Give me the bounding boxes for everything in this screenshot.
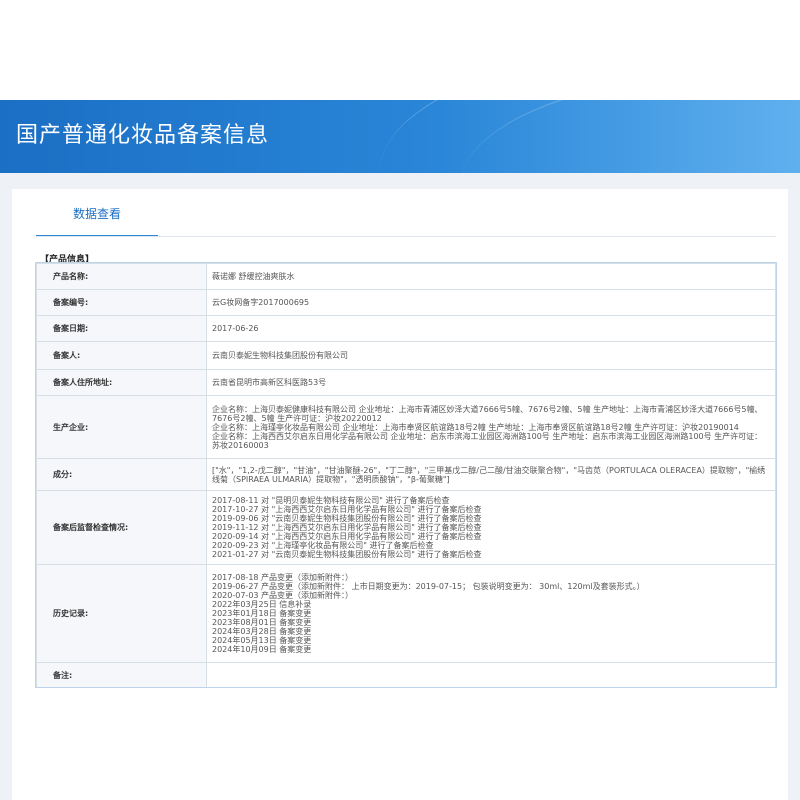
field-label: 成分:: [36, 458, 207, 491]
table-row: 产品名称: 薇诺娜 舒缓控油爽肤水: [36, 263, 776, 290]
ingredients-value: ["水"，"1,2-戊二醇"，"甘油"，"甘油聚醚-26"，"丁二醇"，"三甲基…: [206, 458, 776, 491]
page-title: 国产普通化妆品备案信息: [16, 123, 270, 148]
table-row: 历史记录: 2017-08-18 产品变更（添加新附件：） 2019-06-27…: [36, 564, 776, 663]
table-row: 备案日期: 2017-06-26: [36, 315, 776, 342]
table-row: 成分: ["水"，"1,2-戊二醇"，"甘油"，"甘油聚醚-26"，"丁二醇"，…: [36, 458, 776, 491]
field-label: 备注:: [36, 662, 207, 688]
record-no-value: 云G妆网备字2017000695: [206, 289, 776, 316]
table-row: 备案人住所地址: 云南省昆明市高新区科医路53号: [36, 369, 776, 396]
field-label: 备案后监督检查情况:: [36, 490, 207, 565]
registrant-address-value: 云南省昆明市高新区科医路53号: [206, 369, 776, 396]
product-info-table: 产品名称: 薇诺娜 舒缓控油爽肤水 备案编号: 云G妆网备字2017000695…: [36, 263, 776, 688]
table-row: 备案后监督检查情况: 2017-08-11 对 "昆明贝泰妮生物科技有限公司" …: [36, 490, 776, 565]
field-label: 备案人:: [36, 341, 207, 370]
table-row: 备案人: 云南贝泰妮生物科技集团股份有限公司: [36, 341, 776, 370]
field-label: 历史记录:: [36, 564, 207, 663]
field-label: 备案日期:: [36, 315, 207, 342]
table-row: 生产企业: 企业名称：上海贝泰妮健康科技有限公司 企业地址：上海市青浦区妙泽大道…: [36, 395, 776, 459]
remarks-value: [206, 662, 776, 688]
field-label: 备案人住所地址:: [36, 369, 207, 396]
product-name-value: 薇诺娜 舒缓控油爽肤水: [206, 263, 776, 290]
history-value: 2017-08-18 产品变更（添加新附件：） 2019-06-27 产品变更（…: [206, 564, 776, 663]
registrant-value: 云南贝泰妮生物科技集团股份有限公司: [206, 341, 776, 370]
tab-divider: [36, 236, 776, 237]
field-label: 备案编号:: [36, 289, 207, 316]
tab-data-view[interactable]: 数据查看: [36, 205, 158, 237]
content-panel: 数据查看 【产品信息】 产品名称: 薇诺娜 舒缓控油爽肤水 备案编号: 云G妆网…: [12, 189, 788, 800]
record-date-value: 2017-06-26: [206, 315, 776, 342]
inspection-value: 2017-08-11 对 "昆明贝泰妮生物科技有限公司" 进行了备案后检查 20…: [206, 490, 776, 565]
manufacturer-value: 企业名称：上海贝泰妮健康科技有限公司 企业地址：上海市青浦区妙泽大道7666号5…: [206, 395, 776, 459]
field-label: 生产企业:: [36, 395, 207, 459]
header-banner: 国产普通化妆品备案信息: [0, 100, 800, 173]
field-label: 产品名称:: [36, 263, 207, 290]
table-row: 备案编号: 云G妆网备字2017000695: [36, 289, 776, 316]
table-row: 备注:: [36, 662, 776, 688]
